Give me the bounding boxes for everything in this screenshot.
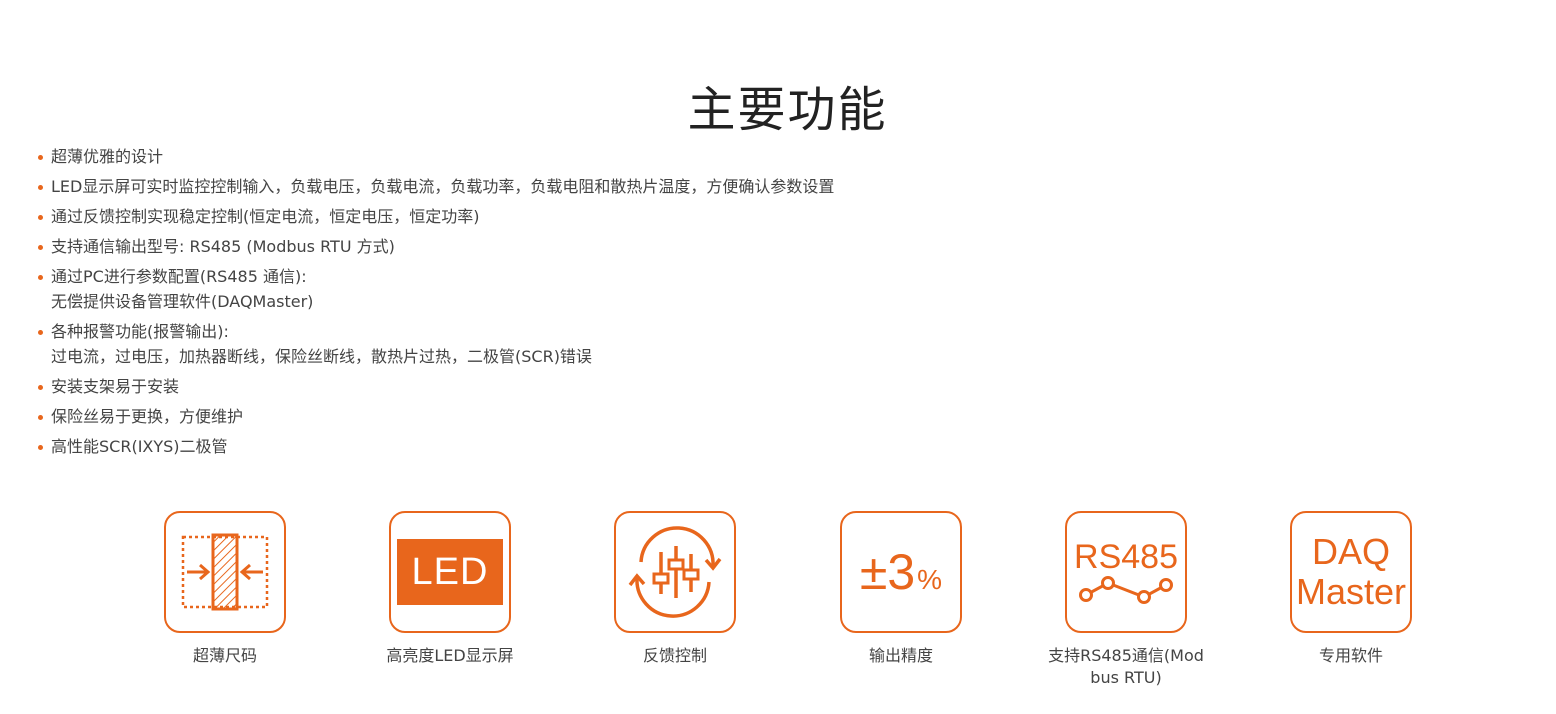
bullet-icon xyxy=(38,330,43,335)
feature-text: 通过PC进行参数配置(RS485 通信): xyxy=(51,267,307,286)
feedback-control-label: 反馈控制 xyxy=(585,645,765,667)
slim-size-label: 超薄尺码 xyxy=(135,645,315,667)
feedback-control-icon xyxy=(628,526,722,618)
network-nodes-icon xyxy=(1079,576,1173,604)
accuracy-unit: % xyxy=(917,564,943,595)
feature-item: 支持通信输出型号: RS485 (Modbus RTU 方式) xyxy=(36,234,1036,259)
page-title: 主要功能 xyxy=(687,82,888,139)
led-text: LED xyxy=(411,550,489,593)
feature-item: LED显示屏可实时监控控制输入，负载电压，负载电流，负载功率，负载电阻和散热片温… xyxy=(36,174,1036,199)
feature-text: 安装支架易于安装 xyxy=(51,377,180,396)
feedback-control-card xyxy=(614,511,736,633)
feature-text: 各种报警功能(报警输出): xyxy=(51,322,229,341)
rs485-card: RS485 xyxy=(1065,511,1187,633)
feature-item: 通过反馈控制实现稳定控制(恒定电流，恒定电压，恒定功率) xyxy=(36,204,1036,229)
bullet-icon xyxy=(38,155,43,160)
bullet-icon xyxy=(38,245,43,250)
feature-item: 通过PC进行参数配置(RS485 通信): 无偿提供设备管理软件(DAQMaste… xyxy=(36,264,1036,314)
feature-item: 超薄优雅的设计 xyxy=(36,144,1036,169)
feature-text: 超薄优雅的设计 xyxy=(51,147,164,166)
daq-text: DAQ xyxy=(1311,531,1390,572)
accuracy-card: ±3% xyxy=(840,511,962,633)
rs485-icon: RS485 xyxy=(1074,539,1178,605)
label-line: 输出精度 xyxy=(868,646,933,665)
label-line: 高亮度LED显示屏 xyxy=(386,646,514,665)
slim-size-icon xyxy=(181,533,269,611)
led-display-label: 高亮度LED显示屏 xyxy=(360,645,540,667)
feature-text: 通过反馈控制实现稳定控制(恒定电流，恒定电压，恒定功率) xyxy=(51,207,480,226)
feature-item: 各种报警功能(报警输出): 过电流，过电压，加热器断线，保险丝断线，散热片过热，二… xyxy=(36,319,1036,369)
accuracy-value: ±3 xyxy=(859,544,916,600)
rs485-text: RS485 xyxy=(1074,538,1178,576)
feature-item: 保险丝易于更换，方便维护 xyxy=(36,404,1036,429)
feature-text-continued: 过电流，过电压，加热器断线，保险丝断线，散热片过热，二极管(SCR)错误 xyxy=(51,347,592,366)
feature-text: LED显示屏可实时监控控制输入，负载电压，负载电流，负载功率，负载电阻和散热片温… xyxy=(51,177,835,196)
label-line: 反馈控制 xyxy=(642,646,707,665)
label-line: 专用软件 xyxy=(1318,646,1383,665)
slim-size-card xyxy=(164,511,286,633)
bullet-icon xyxy=(38,445,43,450)
bullet-icon xyxy=(38,275,43,280)
feature-text: 保险丝易于更换，方便维护 xyxy=(51,407,244,426)
led-display-icon: LED xyxy=(397,539,503,605)
feature-list: 超薄优雅的设计 LED显示屏可实时监控控制输入，负载电压，负载电流，负载功率，负… xyxy=(36,144,1036,464)
label-line: 超薄尺码 xyxy=(192,646,257,665)
bullet-icon xyxy=(38,415,43,420)
feature-text-continued: 无偿提供设备管理软件(DAQMaster) xyxy=(51,292,314,311)
bullet-icon xyxy=(38,215,43,220)
daqmaster-icon: DAQ Master xyxy=(1296,532,1406,612)
rs485-label: 支持RS485通信(Mod bus RTU) xyxy=(1036,645,1216,689)
feature-item: 高性能SCR(IXYS)二极管 xyxy=(36,434,1036,459)
daqmaster-card: DAQ Master xyxy=(1290,511,1412,633)
label-line: 支持RS485通信(Mod xyxy=(1048,646,1204,665)
label-line: bus RTU) xyxy=(1090,668,1162,687)
feature-text: 支持通信输出型号: RS485 (Modbus RTU 方式) xyxy=(51,237,395,256)
feature-item: 安装支架易于安装 xyxy=(36,374,1036,399)
master-text: Master xyxy=(1295,571,1407,612)
bullet-icon xyxy=(38,385,43,390)
accuracy-icon: ±3% xyxy=(860,543,942,601)
daqmaster-label: 专用软件 xyxy=(1261,645,1441,667)
feature-text: 高性能SCR(IXYS)二极管 xyxy=(51,437,228,456)
bullet-icon xyxy=(38,185,43,190)
accuracy-label: 输出精度 xyxy=(811,645,991,667)
led-display-card: LED xyxy=(389,511,511,633)
